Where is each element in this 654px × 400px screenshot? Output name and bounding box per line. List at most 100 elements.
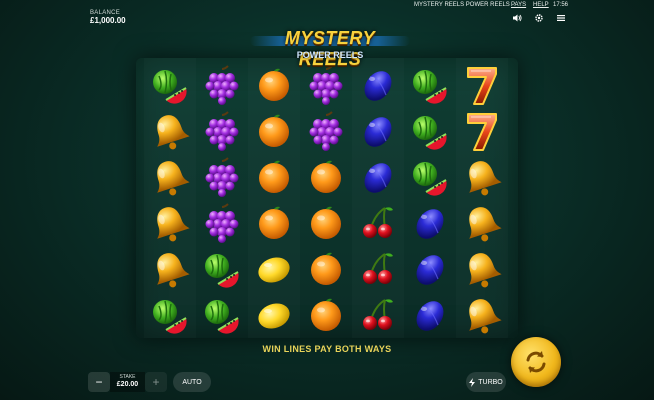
grapes-icon [305,64,347,106]
orange-icon [253,202,295,244]
speaker-icon [513,14,522,22]
sound-toggle-button[interactable] [511,12,523,24]
reel-symbol-plum [404,292,456,338]
game-title: MYSTERY REELS POWER REELS [414,2,510,8]
grapes-icon [201,202,243,244]
balance-value: £1,000.00 [90,16,126,25]
plum-icon [409,294,451,336]
reel-column [456,58,508,338]
bell-icon [149,156,191,198]
reel-symbol-grapes [196,200,248,246]
paytable-link[interactable]: PAYS [511,2,526,8]
spin-button[interactable] [511,337,561,387]
grapes-icon [201,156,243,198]
reel-symbol-orange [300,200,352,246]
reel-symbol-plum [352,108,404,154]
plum-icon [409,248,451,290]
lemon-icon [253,294,295,336]
reel-symbol-bell [144,200,196,246]
lightning-icon [469,377,476,387]
plum-icon [357,110,399,152]
autoplay-button[interactable]: AUTO [173,372,211,392]
bell-icon [461,202,503,244]
reel-column [352,58,404,338]
plum-icon [409,202,451,244]
seven-icon [461,64,503,106]
reel-symbol-grapes [196,154,248,200]
reel-symbol-bell [456,246,508,292]
reel-symbol-bell [456,154,508,200]
reel-symbol-lemon [248,292,300,338]
reel-symbol-cherry [352,246,404,292]
reel-symbol-plum [404,200,456,246]
orange-icon [305,248,347,290]
reel-symbol-cherry [352,292,404,338]
watermelon-icon [201,294,243,336]
bell-icon [461,156,503,198]
reel-column [248,58,300,338]
reel-symbol-orange [248,154,300,200]
stake-increase-button[interactable]: + [145,372,167,392]
bell-icon [149,248,191,290]
reel-symbol-watermelon [404,62,456,108]
bell-icon [461,294,503,336]
win-lines-banner: WIN LINES PAY BOTH WAYS [262,344,392,354]
reel-symbol-orange [300,292,352,338]
reel-column [300,58,352,338]
gear-icon [535,14,543,22]
reel-symbol-grapes [300,108,352,154]
spin-arrows-icon [526,351,546,373]
orange-icon [305,202,347,244]
reel-symbol-grapes [196,62,248,108]
lemon-icon [253,248,295,290]
reel-symbol-seven [456,108,508,154]
reel-symbol-plum [404,246,456,292]
reel-symbol-bell [144,154,196,200]
watermelon-icon [201,248,243,290]
reel-symbol-watermelon [144,62,196,108]
grapes-icon [201,110,243,152]
reel-column [404,58,456,338]
reel-symbol-cherry [352,200,404,246]
reel-column [144,58,196,338]
reel-symbol-orange [248,108,300,154]
bell-icon [461,248,503,290]
game-logo: MYSTERY REELS POWER REELS [240,18,420,69]
reel-symbol-watermelon [404,108,456,154]
bell-icon [149,202,191,244]
reel-symbol-watermelon [404,154,456,200]
watermelon-icon [149,64,191,106]
help-link[interactable]: HELP [533,2,549,8]
plum-icon [357,64,399,106]
reel-symbol-grapes [196,108,248,154]
stake-value: £20.00 [116,381,139,388]
orange-icon [305,294,347,336]
reel-symbol-bell [456,292,508,338]
seven-icon [461,110,503,152]
reel-column [196,58,248,338]
reel-symbol-bell [144,246,196,292]
cherry-icon [357,248,399,290]
orange-icon [253,156,295,198]
cherry-icon [357,294,399,336]
reel-symbol-bell [144,108,196,154]
stake-display: STAKE £20.00 [110,372,145,392]
watermelon-icon [409,156,451,198]
reel-symbol-orange [300,154,352,200]
turbo-button[interactable]: TURBO [466,372,506,392]
bell-icon [149,110,191,152]
grapes-icon [201,64,243,106]
hamburger-menu-icon [557,15,565,21]
reel-symbol-lemon [248,246,300,292]
reel-symbol-bell [456,200,508,246]
stake-decrease-button[interactable]: − [88,372,110,392]
orange-icon [253,64,295,106]
orange-icon [305,156,347,198]
menu-button[interactable] [555,12,567,24]
logo-subtitle: POWER REELS [296,50,364,60]
reel-symbol-watermelon [144,292,196,338]
settings-button[interactable] [533,12,545,24]
reel-symbol-seven [456,62,508,108]
reel-symbol-plum [352,154,404,200]
watermelon-icon [409,64,451,106]
